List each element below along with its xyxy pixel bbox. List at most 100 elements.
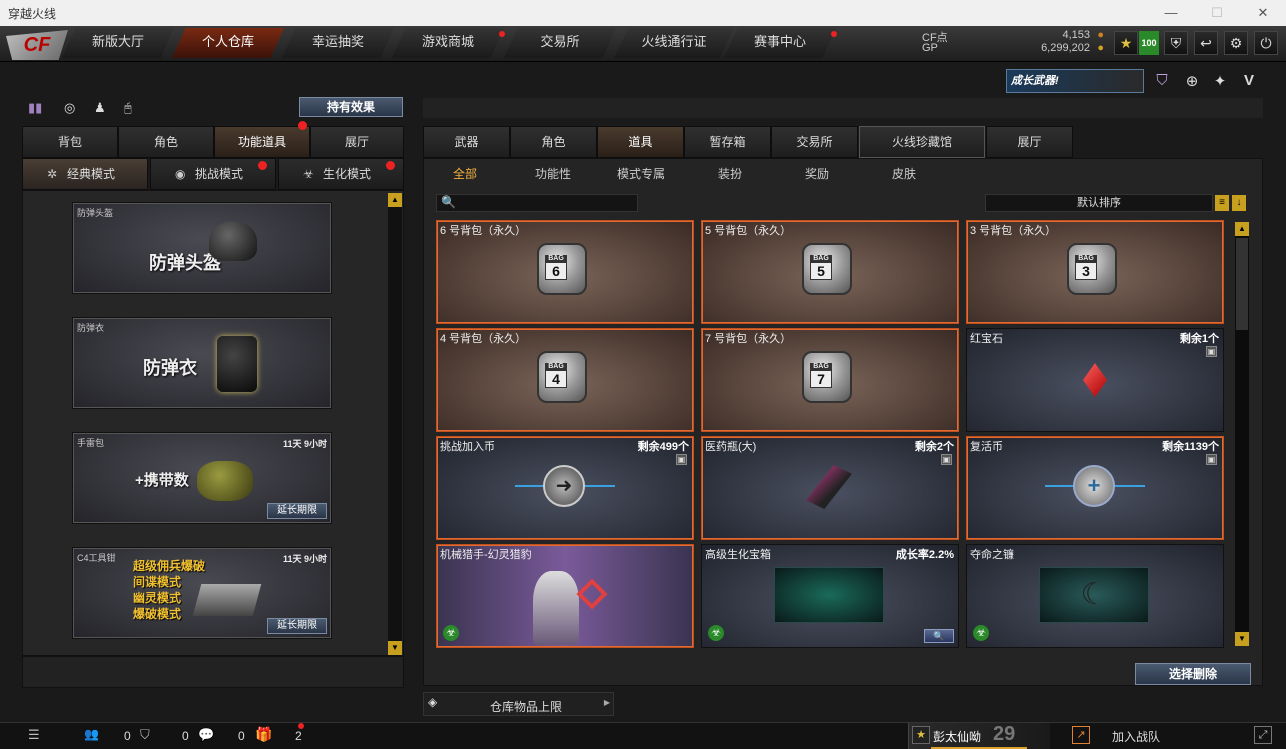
player-card[interactable]: ★ 彭太仙呦 29 [908, 723, 1050, 749]
item-name: C4工具钳 [77, 553, 116, 563]
main-tab-collection[interactable]: 火线珍藏馆 [859, 126, 985, 158]
extend-button[interactable]: 延长期限 [267, 618, 327, 634]
minimize-icon[interactable]: — [1148, 0, 1194, 26]
item-card[interactable]: 7 号背包（永久） BAG 7 [701, 328, 959, 432]
left-tab-backpack[interactable]: 背包 [22, 126, 118, 158]
close-icon[interactable]: ✕ [1240, 0, 1286, 26]
nav-tab-pass[interactable]: 火线通行证 [614, 28, 734, 58]
main-tab-items[interactable]: 道具 [597, 126, 684, 158]
item-card[interactable]: 6 号背包（永久） BAG 6 [436, 220, 694, 324]
extend-button[interactable]: 延长期限 [267, 503, 327, 519]
gift-icon[interactable]: 🎁 [255, 726, 272, 743]
subtab-functional[interactable]: 功能性 [527, 165, 579, 183]
join-battle-label[interactable]: 加入战队 [1112, 728, 1160, 745]
nav-tab-trade[interactable]: 交易所 [504, 28, 616, 58]
preview-button[interactable]: 🔍 [924, 629, 954, 643]
subtab-skins[interactable]: 皮肤 [884, 165, 924, 183]
return-icon[interactable]: ↩ [1194, 31, 1218, 55]
item-card-vest[interactable]: 防弹衣 防弹衣 [72, 317, 332, 409]
item-card-helmet[interactable]: 防弹头盔 防弹头盔 [72, 202, 332, 294]
scythe-icon: ☾ [1039, 567, 1149, 623]
item-card[interactable]: 3 号背包（永久） BAG 3 [966, 220, 1224, 324]
subtab-mode-exclusive[interactable]: 模式专属 [612, 165, 670, 183]
subtab-rewards[interactable]: 奖励 [797, 165, 837, 183]
nav-tab-shop[interactable]: 游戏商城 [392, 28, 504, 58]
nav-tab-warehouse[interactable]: 个人仓库 [172, 28, 284, 58]
item-card[interactable]: 5 号背包（永久） BAG 5 [701, 220, 959, 324]
cf-coin-icon: ● [1097, 29, 1104, 41]
character-icon[interactable]: ♟ [94, 100, 112, 116]
nav-tab-lobby[interactable]: 新版大厅 [62, 28, 174, 58]
mode-tab-label: 生化模式 [323, 167, 372, 181]
mode-tab-zombie[interactable]: ☣ 生化模式 [278, 158, 404, 190]
mouse-icon[interactable]: 🖰 [124, 100, 142, 116]
wolf-icon[interactable]: ✦ [1210, 72, 1230, 92]
chat-count: 0 [238, 729, 245, 743]
left-tab-function-items[interactable]: 功能道具 [214, 126, 310, 158]
effects-button[interactable]: 持有效果 [299, 97, 403, 117]
mode-tab-challenge[interactable]: ◉ 挑战模式 [150, 158, 276, 190]
sort-select[interactable]: 默认排序 [985, 194, 1213, 212]
shield-icon[interactable]: ⛨ [1164, 31, 1188, 55]
item-card-c4-tool[interactable]: C4工具钳 11天 9小时 超级佣兵爆破 间谍模式 幽灵模式 爆破模式 延长期限 [72, 547, 332, 639]
item-card[interactable]: 医药瓶(大) 剩余2个 ▣ [701, 436, 959, 540]
subtab-all[interactable]: 全部 [445, 165, 485, 183]
item-card[interactable]: 夺命之镰 ☾ ☣ [966, 544, 1224, 648]
scroll-down-icon[interactable]: ▼ [1235, 632, 1249, 646]
subtab-dress-up[interactable]: 装扮 [710, 165, 750, 183]
promo-banner[interactable]: 成长武器! [1006, 69, 1144, 93]
item-card-grenade-pack[interactable]: 手雷包 11天 9小时 +携带数 延长期限 [72, 432, 332, 524]
window-titlebar: 穿越火线 — ☐ ✕ [0, 0, 1286, 26]
lock-icon[interactable]: ▣ [1206, 454, 1217, 465]
target-icon[interactable]: ⊕ [1182, 72, 1202, 92]
lock-icon[interactable]: ▣ [941, 454, 952, 465]
mode-tab-classic[interactable]: ✲ 经典模式 [22, 158, 148, 190]
power-icon[interactable]: ⏻ [1254, 31, 1278, 55]
lock-icon[interactable]: ▣ [676, 454, 687, 465]
item-card[interactable]: 高级生化宝箱 成长率2.2% ☣ 🔍 [701, 544, 959, 648]
main-tab-showroom[interactable]: 展厅 [986, 126, 1073, 158]
main-tab-weapons[interactable]: 武器 [423, 126, 510, 158]
scroll-up-icon[interactable]: ▲ [388, 193, 402, 207]
external-link-icon[interactable]: ↗ [1072, 726, 1090, 744]
main-tab-storage[interactable]: 暂存箱 [684, 126, 771, 158]
left-tab-showroom[interactable]: 展厅 [310, 126, 404, 158]
chat-icon[interactable]: 💬 [198, 727, 214, 743]
scroll-thumb[interactable] [1236, 238, 1248, 330]
badge-icon[interactable]: ⛉ [1152, 72, 1172, 92]
scroll-up-icon[interactable]: ▲ [1235, 222, 1249, 236]
nav-tab-events[interactable]: 赛事中心 [724, 28, 836, 58]
main-scrollbar[interactable]: ▲ ▼ [1235, 222, 1249, 646]
player-name: 彭太仙呦 [933, 730, 982, 744]
search-input[interactable]: 🔍 [436, 194, 638, 212]
left-tab-character[interactable]: 角色 [118, 126, 214, 158]
item-card[interactable]: 4 号背包（永久） BAG 4 [436, 328, 694, 432]
main-tab-character[interactable]: 角色 [510, 126, 597, 158]
item-card[interactable]: 挑战加入币 剩余499个 ▣ ➜ [436, 436, 694, 540]
scroll-down-icon[interactable]: ▼ [388, 641, 402, 655]
expand-corner-icon[interactable]: ⤢ [1254, 726, 1272, 744]
c4-mode-line: 间谍模式 [133, 575, 182, 589]
menu-icon[interactable]: ☰ [28, 727, 40, 743]
brand-mark-icon [576, 578, 608, 610]
item-card[interactable]: 红宝石 剩余1个 ▣ [966, 328, 1224, 432]
ranking-icon[interactable]: ▮▮ [28, 100, 46, 116]
gear-icon[interactable]: ⚙ [1224, 31, 1248, 55]
friends-icon[interactable]: 👥 [84, 727, 99, 741]
left-scrollbar[interactable]: ▲ ▼ [388, 193, 402, 655]
sort-direction-icon[interactable]: ↓ [1232, 195, 1246, 211]
rank-icon[interactable]: ★ [1114, 31, 1138, 55]
select-delete-button[interactable]: 选择删除 [1135, 663, 1251, 685]
recycle-icon[interactable]: ◎ [64, 100, 82, 116]
lock-icon[interactable]: ▣ [1206, 346, 1217, 357]
v-logo-icon[interactable]: V [1238, 72, 1260, 92]
item-card[interactable]: 复活币 剩余1139个 ▣ + [966, 436, 1224, 540]
maximize-icon[interactable]: ☐ [1194, 0, 1240, 26]
nav-tab-lottery[interactable]: 幸运抽奖 [282, 28, 394, 58]
item-name: 机械猎手-幻灵猎豹 [440, 549, 532, 561]
capacity-bar[interactable]: ◈ 仓库物品上限 ▶ [423, 692, 614, 716]
main-tab-exchange[interactable]: 交易所 [771, 126, 858, 158]
item-card[interactable]: 机械猎手-幻灵猎豹 ☣ [436, 544, 694, 648]
clan-icon[interactable]: ⛉ [140, 727, 150, 743]
list-view-icon[interactable]: ≡ [1215, 195, 1229, 211]
